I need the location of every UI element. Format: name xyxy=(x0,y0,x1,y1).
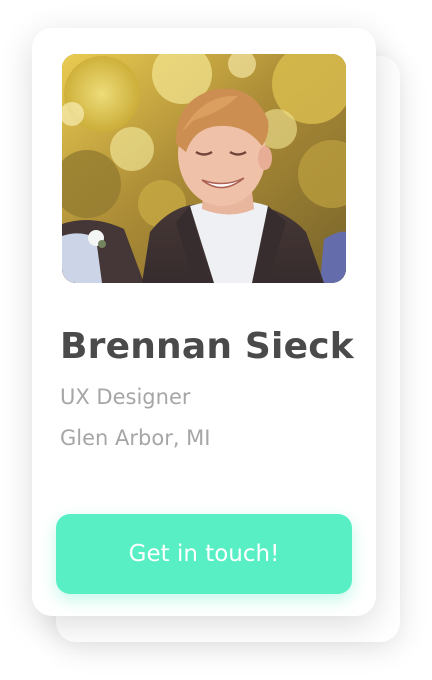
profile-location: Glen Arbor, MI xyxy=(60,426,211,450)
get-in-touch-button[interactable]: Get in touch! xyxy=(56,514,352,594)
profile-photo xyxy=(62,54,346,283)
profile-card: Brennan Sieck UX Designer Glen Arbor, MI… xyxy=(32,28,376,616)
profile-name: Brennan Sieck xyxy=(60,326,354,367)
profile-card-stack: Brennan Sieck UX Designer Glen Arbor, MI… xyxy=(0,0,432,680)
profile-role: UX Designer xyxy=(60,385,191,409)
